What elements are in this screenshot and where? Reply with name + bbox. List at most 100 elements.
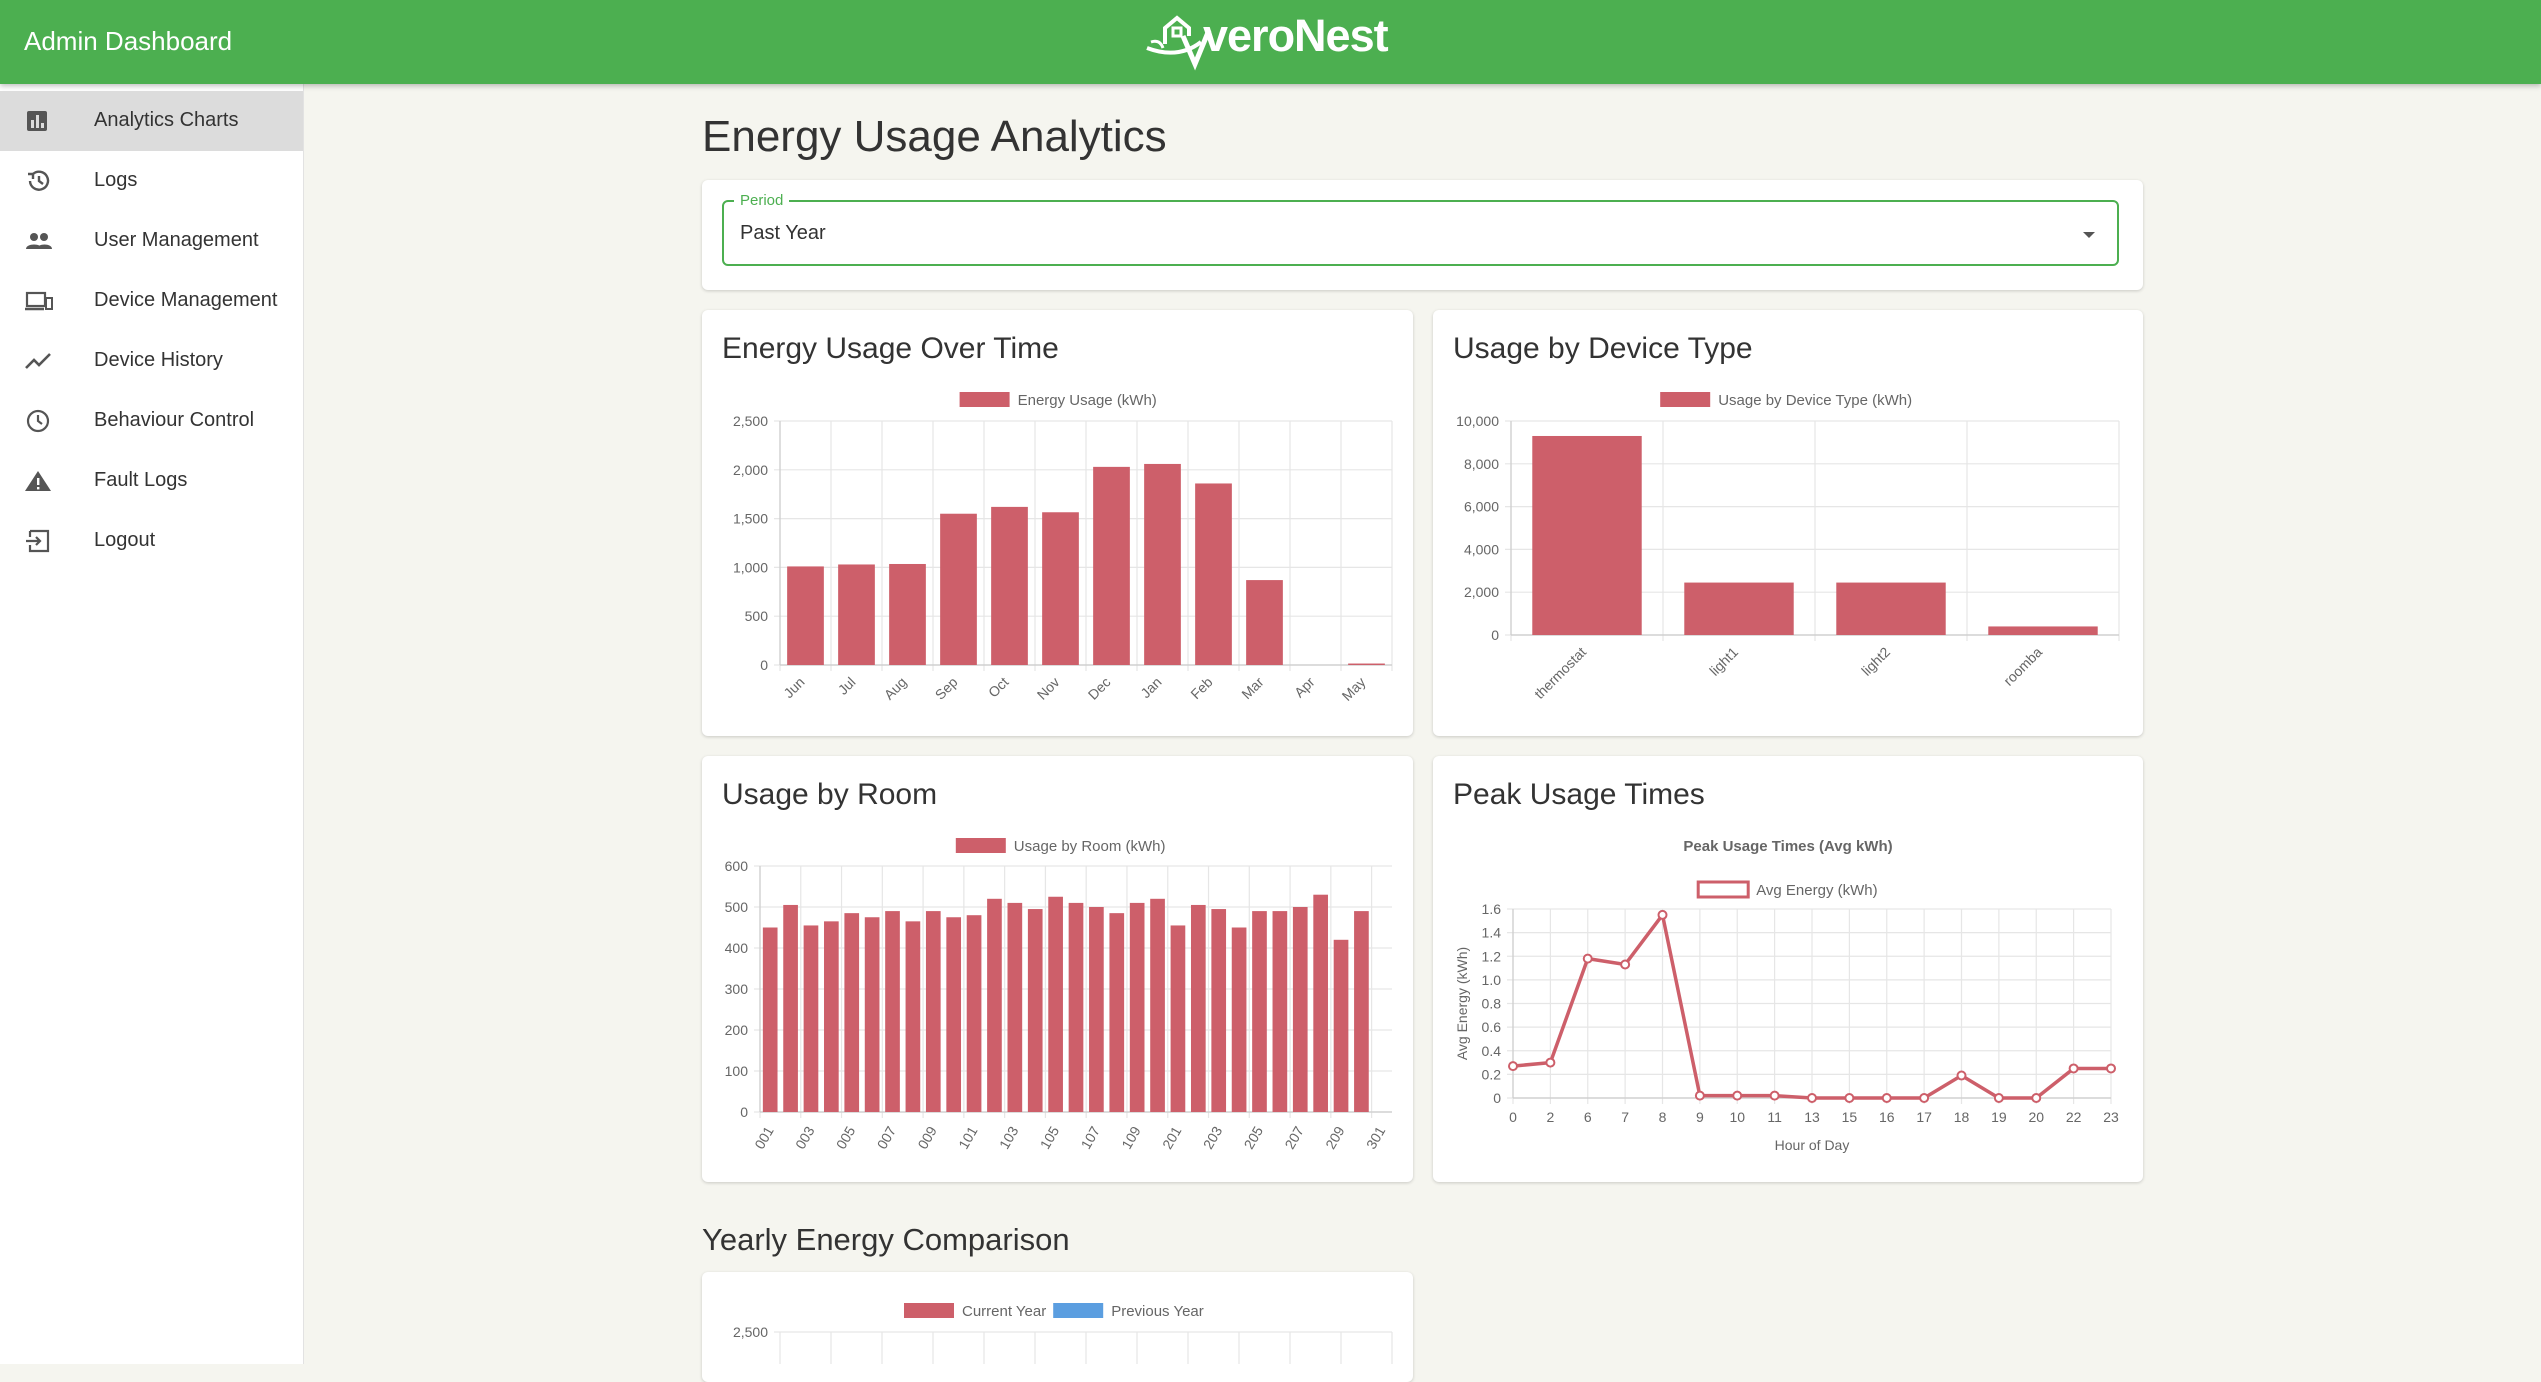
x-tick-label: 005 xyxy=(833,1123,859,1151)
sidebar-item-label: Device History xyxy=(94,349,223,371)
data-point xyxy=(1993,1093,2004,1103)
x-tick-label: 001 xyxy=(751,1123,777,1151)
chart-bar xyxy=(1089,907,1104,1112)
x-tick-label: 16 xyxy=(1879,1109,1895,1125)
x-tick-label: 003 xyxy=(792,1123,818,1151)
period-value: Past Year xyxy=(740,222,826,244)
sidebar-item-fault-logs[interactable]: Fault Logs xyxy=(0,451,303,511)
data-point xyxy=(1508,1061,1518,1072)
chart-bar xyxy=(1684,582,1794,635)
sidebar-item-label: Device Management xyxy=(94,289,278,311)
y-tick-label: 2,500 xyxy=(733,1324,768,1340)
sidebar-item-label: Behaviour Control xyxy=(94,409,255,431)
legend-swatch xyxy=(955,838,1006,853)
x-tick-label: 103 xyxy=(996,1123,1022,1151)
clock-icon xyxy=(26,409,50,433)
sidebar-item-user-management[interactable]: User Management xyxy=(0,211,303,271)
y-tick-label: 2,000 xyxy=(1464,584,1499,600)
chart-bar xyxy=(1129,902,1145,1112)
x-tick-label: Mar xyxy=(1238,674,1267,703)
x-tick-label: 17 xyxy=(1916,1109,1932,1125)
x-tick-label: 20 xyxy=(2028,1109,2044,1125)
y-tick-label: 1.4 xyxy=(1482,925,1502,941)
chart-bar xyxy=(1211,909,1227,1112)
x-tick-label: 101 xyxy=(955,1123,981,1151)
y-tick-label: 200 xyxy=(725,1022,749,1038)
y-tick-label: 600 xyxy=(725,858,749,874)
bar-chart-icon xyxy=(27,111,47,131)
x-tick-label: Dec xyxy=(1085,674,1114,703)
data-point xyxy=(1657,909,1668,920)
chart-bar xyxy=(864,917,880,1112)
chart-bar xyxy=(1109,913,1125,1112)
x-tick-label: 13 xyxy=(1804,1109,1820,1125)
chart-card-peak-usage-times: Peak Usage Times Peak Usage Times (Avg k… xyxy=(1433,756,2143,1182)
y-tick-label: 0.8 xyxy=(1482,996,1502,1012)
chart-bar xyxy=(1292,907,1308,1112)
chart-bar xyxy=(1988,626,2098,635)
x-tick-label: 6 xyxy=(1584,1109,1592,1125)
chart-bar xyxy=(1093,466,1130,665)
chart-bar xyxy=(1313,894,1328,1112)
y-tick-label: 1,000 xyxy=(733,559,768,575)
chart-bar xyxy=(1144,463,1181,665)
sidebar-item-device-management[interactable]: Device Management xyxy=(0,271,303,331)
y-tick-label: 8,000 xyxy=(1464,456,1499,472)
x-tick-label: Jun xyxy=(780,674,807,701)
x-tick-label: Apr xyxy=(1291,674,1318,701)
x-tick-label: 11 xyxy=(1767,1109,1782,1125)
x-tick-label: Jan xyxy=(1137,674,1164,701)
people-icon xyxy=(26,233,52,249)
data-point xyxy=(1545,1057,1556,1068)
y-tick-label: 0.6 xyxy=(1482,1019,1502,1035)
y-tick-label: 6,000 xyxy=(1464,499,1499,515)
chart-bar xyxy=(803,925,819,1112)
chart-bar xyxy=(1272,911,1288,1112)
data-point xyxy=(1807,1093,1817,1103)
chart-bar xyxy=(1246,580,1283,665)
history-icon xyxy=(28,170,50,191)
data-point xyxy=(1732,1090,1743,1101)
sidebar-item-label: Logout xyxy=(94,529,156,551)
x-tick-label: 23 xyxy=(2103,1109,2119,1125)
devices-icon xyxy=(25,291,53,311)
y-axis-label: Avg Energy (kWh) xyxy=(1454,947,1470,1060)
chart-bar xyxy=(925,911,941,1112)
section-title-yearly-comparison: Yearly Energy Comparison xyxy=(702,1222,1070,1257)
x-tick-label: 2 xyxy=(1546,1109,1554,1125)
chart-bar xyxy=(1068,902,1084,1112)
chart-bar xyxy=(1333,939,1349,1112)
trend-line-icon xyxy=(25,353,51,369)
sidebar-item-analytics-charts[interactable]: Analytics Charts xyxy=(0,91,303,151)
y-tick-label: 2,000 xyxy=(733,462,768,478)
sidebar-item-logout[interactable]: Logout xyxy=(0,511,303,571)
sidebar-item-logs[interactable]: Logs xyxy=(0,151,303,211)
data-point xyxy=(2031,1093,2042,1103)
x-tick-label: Aug xyxy=(881,674,910,703)
y-tick-label: 2,500 xyxy=(733,413,768,429)
y-tick-label: 0.4 xyxy=(1482,1043,1502,1059)
legend-swatch xyxy=(1696,880,1750,899)
y-tick-label: 1.6 xyxy=(1482,901,1502,917)
chart-bar xyxy=(1252,911,1267,1112)
chart-card-energy-over-time: Energy Usage Over Time Energy Usage (kWh… xyxy=(702,310,1413,736)
x-tick-label: 18 xyxy=(1954,1109,1970,1125)
chart-bar xyxy=(1150,898,1165,1112)
y-tick-label: 10,000 xyxy=(1456,413,1499,429)
sidebar-item-device-history[interactable]: Device History xyxy=(0,331,303,391)
legend-swatch xyxy=(1660,392,1711,407)
legend-label: Usage by Device Type (kWh) xyxy=(1718,392,1912,409)
chart-bar xyxy=(1190,904,1206,1112)
x-tick-label: 9 xyxy=(1696,1109,1704,1125)
chart-bar xyxy=(787,566,824,665)
sidebar-item-behaviour-control[interactable]: Behaviour Control xyxy=(0,391,303,451)
chart-bar xyxy=(1354,911,1369,1112)
brand-logo[interactable]: veroNest xyxy=(1143,6,1403,72)
sidebar: Analytics Charts Logs User Management De… xyxy=(0,84,304,1364)
period-select[interactable]: Period Past Year xyxy=(722,192,2119,266)
y-tick-label: 0 xyxy=(1493,1090,1501,1106)
x-tick-label: 207 xyxy=(1281,1123,1307,1151)
legend-label: Energy Usage (kWh) xyxy=(1018,392,1157,409)
legend-label: Avg Energy (kWh) xyxy=(1756,882,1877,899)
x-tick-label: Jul xyxy=(835,674,859,698)
